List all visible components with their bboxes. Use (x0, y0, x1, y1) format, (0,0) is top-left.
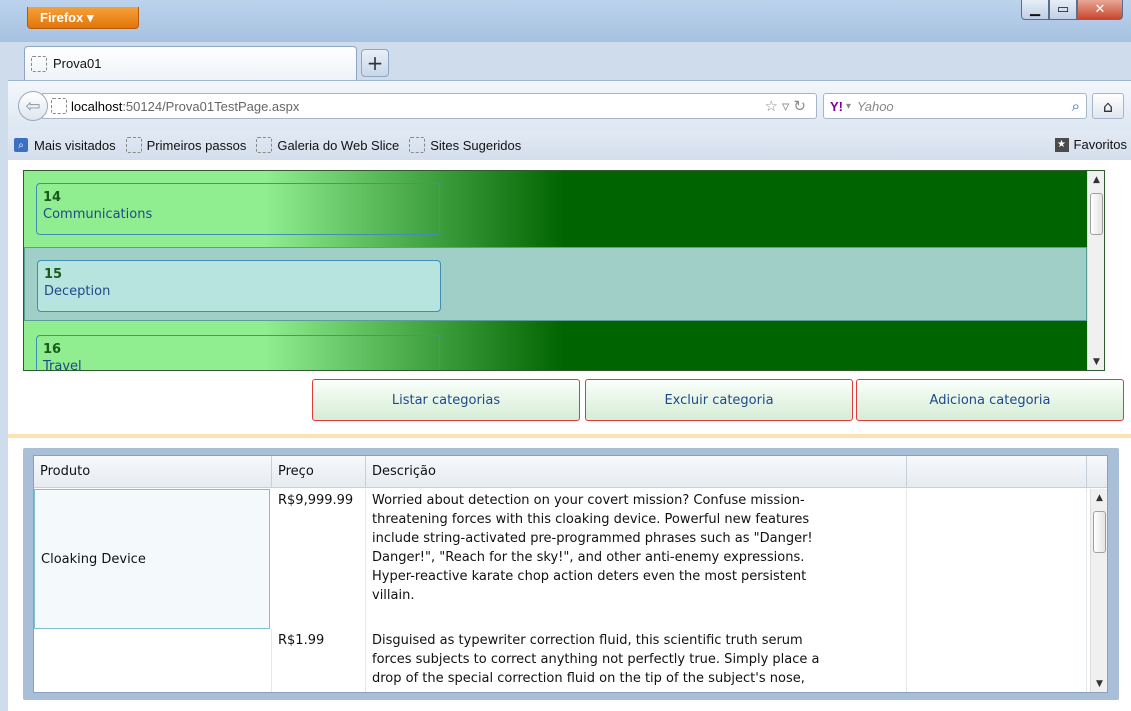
description-line: Danger!", "Reach for the sky!", and othe… (372, 550, 805, 565)
favorites-button[interactable]: ★ Favoritos (1054, 137, 1127, 152)
grid-scrollbar[interactable]: ▲ ▼ (1090, 489, 1107, 692)
description-line: include string-activated pre-programmed … (372, 531, 813, 546)
category-id: 15 (44, 267, 63, 282)
navigation-toolbar: localhost:50124/Prova01TestPage.aspx ☆▿↻… (8, 80, 1131, 130)
products-panel: Produto Preço Descrição Cloaking Device … (23, 448, 1119, 700)
search-bar[interactable]: Y! ▾ Yahoo ⌕ (823, 93, 1087, 119)
column-header-product[interactable]: Produto (34, 456, 272, 488)
most-visited-icon: ⌕ (14, 138, 28, 152)
category-name: Communications (43, 207, 153, 222)
search-icon[interactable]: ⌕ (1072, 97, 1080, 115)
add-category-button[interactable]: Adiciona categoria (856, 379, 1124, 421)
scroll-up-icon[interactable]: ▲ (1091, 489, 1107, 506)
scroll-thumb[interactable] (1093, 511, 1106, 553)
bookmark-web-slice-gallery[interactable]: Galeria do Web Slice (256, 137, 399, 153)
cell-price[interactable]: R$1.99 (272, 629, 366, 692)
grid-header: Produto Preço Descrição (34, 456, 1107, 488)
tab-title: Prova01 (53, 56, 102, 71)
column-header-description[interactable]: Descrição (366, 456, 907, 488)
bookmark-most-visited[interactable]: ⌕ Mais visitados (14, 138, 116, 153)
url-host: localhost (71, 98, 123, 114)
maximize-button[interactable]: ▭ (1049, 0, 1077, 20)
column-header-price[interactable]: Preço (272, 456, 366, 488)
page-icon (256, 137, 273, 153)
page-icon (409, 137, 426, 153)
minimize-button[interactable]: ▁ (1021, 0, 1049, 20)
column-header-extra[interactable] (907, 456, 1087, 488)
category-item-selected[interactable]: 15 Deception (24, 247, 1087, 321)
bookmark-label: Galeria do Web Slice (277, 137, 400, 153)
firefox-menu-button[interactable]: Firefox ▾ (27, 7, 139, 29)
yahoo-logo-icon[interactable]: Y! (830, 99, 843, 114)
description-line: Hyper-reactive karate chop action deters… (372, 569, 807, 584)
description-line: threatening forces with this cloaking de… (372, 512, 810, 527)
cell-product[interactable]: Cloaking Device (34, 489, 270, 629)
category-scrollbar[interactable]: ▲ ▼ (1087, 171, 1104, 370)
scroll-down-icon[interactable]: ▼ (1088, 353, 1104, 370)
products-grid[interactable]: Produto Preço Descrição Cloaking Device … (33, 455, 1108, 693)
close-button[interactable]: ✕ (1077, 0, 1123, 20)
window-controls: ▁ ▭ ✕ (1021, 0, 1123, 20)
minimize-icon: ▁ (1030, 2, 1040, 17)
maximize-icon: ▭ (1056, 2, 1070, 17)
description-line: forces subjects to correct anything not … (372, 652, 820, 667)
site-identity-icon[interactable] (51, 98, 67, 114)
page-icon (31, 55, 47, 72)
category-card: 15 Deception (37, 260, 441, 312)
cell-description[interactable]: Worried about detection on your covert m… (366, 489, 907, 629)
bookmark-star-icon[interactable]: ☆▿↻ (764, 97, 810, 115)
scroll-down-icon[interactable]: ▼ (1091, 675, 1107, 692)
star-icon: ★ (1054, 137, 1069, 152)
description-line: drop of the special correction fluid on … (372, 671, 805, 686)
bookmarks-toolbar: ⌕ Mais visitados Primeiros passos Galeria… (8, 130, 1131, 160)
close-icon: ✕ (1094, 2, 1106, 17)
separator (8, 434, 1131, 438)
cell-price[interactable]: R$9,999.99 (272, 489, 366, 629)
scroll-up-icon[interactable]: ▲ (1088, 171, 1104, 188)
table-row[interactable]: Cloaking Device R$9,999.99 Worried about… (34, 489, 1091, 629)
description-line: Disguised as typewriter correction fluid… (372, 633, 803, 648)
cell-extra (907, 629, 1087, 692)
category-list[interactable]: 14 Communications 15 Deception 16 Travel… (23, 170, 1105, 371)
page-content: 14 Communications 15 Deception 16 Travel… (8, 160, 1131, 711)
table-row[interactable]: R$1.99 Disguised as typewriter correctio… (34, 629, 1091, 692)
bookmark-suggested-sites[interactable]: Sites Sugeridos (409, 137, 521, 153)
category-card: 14 Communications (36, 183, 440, 235)
category-card: 16 Travel (36, 335, 440, 371)
category-id: 14 (43, 190, 62, 205)
back-arrow-icon: ⇦ (25, 95, 41, 117)
plus-icon: + (366, 51, 384, 75)
category-id: 16 (43, 342, 62, 357)
cell-description[interactable]: Disguised as typewriter correction fluid… (366, 629, 907, 692)
category-name: Deception (44, 284, 111, 299)
bookmark-label: Primeiros passos (146, 137, 247, 153)
category-item[interactable]: 16 Travel (24, 323, 1087, 371)
page-icon (125, 137, 142, 153)
bookmark-label: Mais visitados (34, 137, 116, 153)
window-titlebar: Firefox ▾ ▁ ▭ ✕ (0, 0, 1131, 42)
back-button[interactable]: ⇦ (18, 91, 48, 121)
cell-product[interactable] (34, 629, 272, 692)
description-line: villain. (372, 588, 415, 603)
search-input[interactable]: Yahoo (857, 99, 894, 114)
favorites-label: Favoritos (1073, 137, 1127, 152)
firefox-menu-label: Firefox (40, 10, 84, 25)
url-path: :50124/Prova01TestPage.aspx (122, 98, 300, 114)
url-bar[interactable]: localhost:50124/Prova01TestPage.aspx ☆▿↻ (42, 93, 817, 119)
bookmark-label: Sites Sugeridos (430, 137, 522, 153)
list-categories-button[interactable]: Listar categorias (312, 379, 580, 421)
delete-category-button[interactable]: Excluir categoria (585, 379, 853, 421)
home-icon: ⌂ (1102, 96, 1114, 116)
home-button[interactable]: ⌂ (1092, 93, 1124, 119)
scroll-thumb[interactable] (1090, 193, 1103, 235)
browser-tab[interactable]: Prova01 (24, 46, 357, 80)
description-line: Worried about detection on your covert m… (372, 493, 805, 508)
category-item[interactable]: 14 Communications (24, 171, 1087, 245)
cell-extra (907, 489, 1087, 629)
category-name: Travel (43, 359, 82, 371)
bookmark-getting-started[interactable]: Primeiros passos (125, 137, 247, 153)
new-tab-button[interactable]: + (361, 49, 389, 77)
